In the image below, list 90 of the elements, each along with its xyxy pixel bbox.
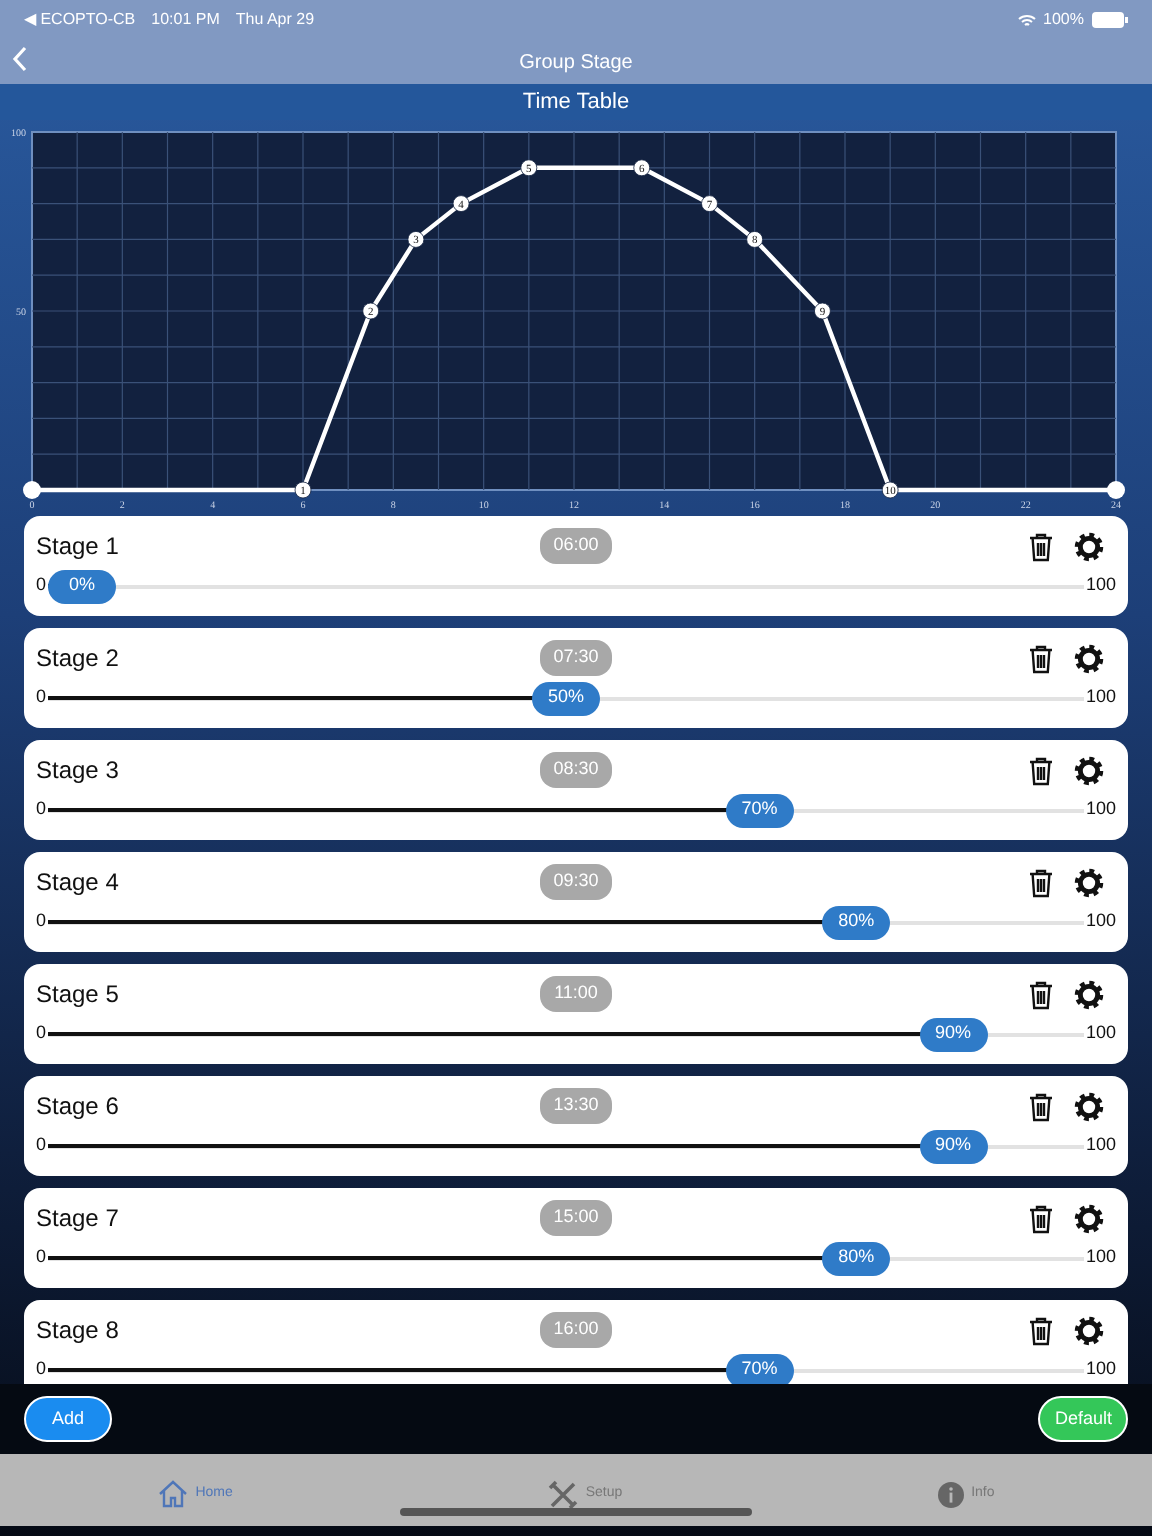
time-badge[interactable]: 07:30 [539,640,613,676]
delete-icon[interactable] [1028,1091,1054,1121]
time-badge[interactable]: 08:30 [539,752,613,788]
settings-icon[interactable] [1074,643,1104,673]
data-point [23,481,41,499]
data-point [362,302,380,320]
stage-name: Stage 2 [36,642,121,676]
delete-icon[interactable] [1028,1315,1054,1345]
stage-name: Stage 3 [36,754,121,788]
delete-icon[interactable] [1028,979,1054,1009]
time-badge[interactable]: 16:00 [539,1312,613,1348]
section-title: Time Table [522,87,630,118]
stage-name: Stage 8 [36,1314,121,1348]
slider-max-label: 100 [1085,1020,1116,1047]
settings-icon[interactable] [1074,867,1104,897]
slider-max-label: 100 [1085,1132,1116,1159]
data-point [407,231,425,248]
slider-track[interactable]: 50% [48,681,1084,715]
data-point [814,302,831,320]
stage-name: Stage 6 [36,1090,121,1124]
wifi-icon [1017,13,1036,27]
data-point [1107,481,1125,499]
delete-icon[interactable] [1028,755,1054,785]
data-point [701,195,718,212]
data-point [633,159,651,177]
home-icon [157,1480,188,1508]
slider-max-label: 100 [1085,684,1116,711]
back-icon[interactable] [12,46,28,72]
settings-icon[interactable] [1074,979,1104,1009]
settings-icon[interactable] [1074,755,1104,785]
slider-track[interactable]: 90% [48,1129,1084,1163]
slider-min-label: 0 [36,1132,47,1159]
slider-min-label: 0 [36,1020,47,1047]
time-badge[interactable]: 09:30 [539,864,613,900]
info-icon [937,1481,964,1507]
time-badge[interactable]: 11:00 [540,976,612,1012]
slider-max-label: 100 [1085,1356,1116,1383]
time-badge[interactable]: 13:30 [539,1088,613,1124]
slider-track[interactable]: 70% [48,1353,1084,1384]
slider-thumb[interactable]: 90% [919,1017,988,1051]
slider-thumb[interactable]: 0% [48,569,117,603]
slider-min-label: 0 [36,1356,47,1383]
slider-track[interactable]: 90% [48,1017,1084,1051]
slider-track[interactable]: 80% [48,1241,1084,1275]
slider-thumb[interactable]: 90% [919,1129,988,1163]
slider-max-label: 100 [1085,572,1116,599]
delete-icon[interactable] [1028,531,1054,561]
stage-name: Stage 4 [36,866,121,900]
slider-max-label: 100 [1085,908,1116,935]
settings-icon[interactable] [1074,1203,1104,1233]
slider-max-label: 100 [1085,796,1116,823]
battery-icon [1092,12,1128,28]
stage-name: Stage 7 [36,1202,121,1236]
slider-track[interactable]: 70% [48,793,1084,827]
delete-icon[interactable] [1028,867,1054,897]
battery-percent: 100% [1043,8,1084,32]
default-button[interactable]: Default [1038,1395,1128,1443]
back-to-app-link[interactable]: ◀ ECOPTO-CB [24,8,136,32]
data-point [746,231,764,248]
slider-max-label: 100 [1085,1244,1116,1271]
slider-min-label: 0 [36,1244,47,1271]
slider-min-label: 0 [36,572,47,599]
stage-name: Stage 1 [36,530,121,564]
slider-thumb[interactable]: 80% [822,1241,891,1275]
data-point [452,195,470,212]
slider-track[interactable]: 0% [48,569,1084,603]
tools-icon [547,1479,578,1509]
slider-thumb[interactable]: 70% [725,793,794,827]
settings-icon[interactable] [1074,1091,1104,1121]
status-date: Thu Apr 29 [235,8,315,32]
data-point [520,159,538,177]
settings-icon[interactable] [1074,1315,1104,1345]
time-badge[interactable]: 06:00 [539,528,613,564]
settings-icon[interactable] [1074,531,1104,561]
screen-title: Group Stage [519,49,633,77]
delete-icon[interactable] [1028,643,1054,673]
slider-min-label: 0 [36,908,47,935]
slider-thumb[interactable]: 80% [822,905,891,939]
data-point [294,481,312,499]
add-button[interactable]: Add [24,1395,113,1443]
slider-track[interactable]: 80% [48,905,1084,939]
delete-icon[interactable] [1028,1203,1054,1233]
stage-name: Stage 5 [36,978,121,1012]
status-time: 10:01 PM [151,8,220,32]
time-badge[interactable]: 15:00 [539,1200,613,1236]
slider-thumb[interactable]: 50% [531,681,600,715]
slider-thumb[interactable]: 70% [725,1353,794,1384]
data-point [881,481,899,499]
slider-min-label: 0 [36,684,47,711]
slider-min-label: 0 [36,796,47,823]
